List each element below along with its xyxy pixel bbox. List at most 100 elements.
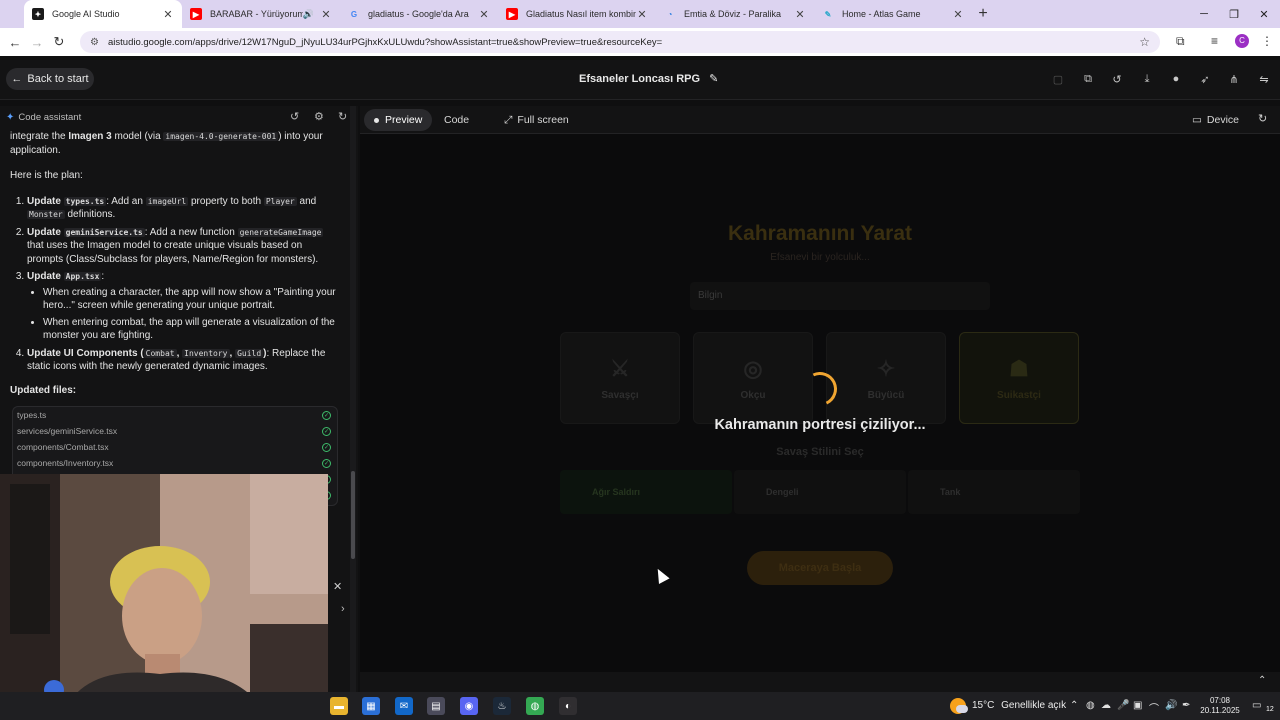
notifications-icon[interactable]: ▭ [1252,700,1261,711]
file-row[interactable]: components/Inventory.tsx ✓ [13,455,337,471]
system-clock[interactable]: 07:08 20.11.2025 [1200,696,1240,716]
menu-icon[interactable]: ⋮ [1261,34,1273,48]
scrollbar-thumb[interactable] [351,471,355,559]
history-icon[interactable]: ↺ [1110,73,1124,86]
window-close-icon[interactable]: ✕ [1248,0,1280,28]
file-name: services/geminiService.tsx [17,426,118,436]
assistant-message: integrate the Imagen 3 model (via imagen… [10,130,340,397]
step-code: App.tsx [63,272,102,281]
chevron-up-icon[interactable]: ⌃ [1258,675,1266,686]
class-label: Savaşçı [601,389,639,401]
github-icon[interactable]: ● [1169,73,1183,85]
scrollbar-track[interactable] [350,106,356,692]
compare-icon[interactable]: ⧉ [1081,73,1095,86]
wifi-icon[interactable]: ⌒ [1149,700,1159,715]
hood-icon: ☗ [1009,355,1029,381]
tab-preview[interactable]: Preview [364,109,433,131]
chevron-right-icon[interactable]: › [341,603,345,615]
fullscreen-button[interactable]: ⤢ Full screen [494,109,579,131]
download-icon[interactable]: ⤓ [1140,73,1154,86]
youtube-icon: ▶ [506,8,518,20]
share-icon[interactable]: ⋔ [1227,73,1241,86]
style-heavy-attack[interactable]: Ağır Saldırı [560,470,732,514]
file-row[interactable]: types.ts ✓ [13,407,337,423]
history-icon[interactable]: ↺ [290,110,299,123]
pen-icon[interactable]: ✒ [1182,700,1190,711]
file-row[interactable]: services/geminiService.tsx ✓ [13,423,337,439]
maximize-icon[interactable]: ❐ [1218,0,1250,28]
tab-google-ai-studio[interactable]: ✦ Google AI Studio ✕ [24,0,182,28]
volume-icon[interactable]: 🔊 [1165,700,1177,711]
style-balanced[interactable]: Dengeli [734,470,906,514]
edit-pencil-icon[interactable]: ✎ [709,73,718,85]
class-card-archer[interactable]: ◎ Okçu [693,332,813,424]
media-icon[interactable]: ≡ [1211,34,1218,48]
app-header: ← Back to start Efsaneler Loncası RPG ✎ … [0,60,1280,100]
speaker-icon[interactable]: 🔊 [303,9,314,20]
chevron-up-icon[interactable]: ⌃ [1070,700,1078,711]
step-text: : Add a new function [144,226,238,238]
hero-name-input[interactable]: Bilgin [690,282,990,310]
back-to-start-button[interactable]: ← Back to start [6,68,94,90]
paralika-icon: ◔ [667,9,673,19]
extensions-icon[interactable]: ⧉ [1176,34,1185,49]
refresh-icon[interactable]: ↻ [338,110,347,123]
tray-app-icon[interactable]: ▣ [1133,700,1142,711]
cloud-icon[interactable]: ☁ [1101,700,1111,711]
tab-label: Preview [385,114,423,126]
url-field[interactable]: ⚙ aistudio.google.com/apps/drive/12W17Ng… [80,31,1160,53]
file-explorer-icon[interactable]: ▬ [330,697,348,715]
chrome-icon[interactable]: ◍ [526,697,544,715]
tab-code[interactable]: Code [434,109,479,131]
outlook-icon[interactable]: ✉ [395,697,413,715]
close-icon[interactable]: ✕ [478,8,490,21]
close-icon[interactable]: ✕ [333,580,342,593]
sparkle-icon: ✦ [6,112,15,123]
back-arrow-icon[interactable]: ← [4,35,26,50]
style-tank[interactable]: Tank [908,470,1080,514]
tab-barabar[interactable]: ▶ BARABAR - Yürüyorum Dik... 🔊 ✕ [182,0,340,28]
save-icon[interactable]: ▢ [1051,73,1065,86]
new-tab-icon[interactable]: + [972,5,994,23]
close-icon[interactable]: ✕ [162,8,174,21]
start-adventure-button[interactable]: Maceraya Başla [747,551,893,585]
obs-icon[interactable]: ◐ [559,697,577,715]
class-card-warrior[interactable]: ⚔ Savaşçı [560,332,680,424]
close-icon[interactable]: ✕ [794,8,806,21]
store-icon[interactable]: ▦ [362,697,380,715]
tab-gladiatus-video[interactable]: ▶ Gladiatus Nasıl item kombini ya... ✕ [498,0,656,28]
close-icon[interactable]: ✕ [952,8,964,21]
close-icon[interactable]: ✕ [320,8,332,21]
tab-paralika[interactable]: ◔ Emtia & Döviz - Paralika ✕ [656,0,814,28]
tab-gladiatus-search[interactable]: G gladiatus - Google'da Ara ✕ [340,0,498,28]
class-label: Büyücü [867,389,905,401]
ai-studio-favicon-icon: ✦ [32,8,44,20]
minimize-icon[interactable]: ─ [1188,0,1220,28]
forward-arrow-icon[interactable]: → [26,35,48,50]
class-card-mage[interactable]: ✧ Büyücü [826,332,946,424]
reload-icon[interactable]: ↻ [48,34,70,50]
close-icon[interactable]: ✕ [636,8,648,21]
bookmark-star-icon[interactable]: ☆ [1139,35,1150,49]
step-text: and [296,195,317,207]
file-name: types.ts [17,410,47,420]
tray-app-icon[interactable]: ◍ [1086,700,1095,711]
device-button[interactable]: ▭ Device [1182,109,1249,131]
profile-avatar[interactable]: C [1235,34,1249,48]
site-info-icon[interactable]: ⚙ [90,37,102,48]
discord-icon[interactable]: ◉ [460,697,478,715]
file-row[interactable]: components/Combat.tsx ✓ [13,439,337,455]
google-icon: G [350,9,358,19]
settings-gear-icon[interactable]: ⚙ [314,110,324,123]
refresh-preview-icon[interactable]: ↻ [1258,112,1267,125]
collapse-panel-icon[interactable]: ⇋ [1257,73,1271,86]
app-icon[interactable]: ▤ [427,697,445,715]
steam-icon[interactable]: ♨ [493,697,511,715]
ghost-page-title: Kahramanını Yarat [727,222,913,245]
class-card-assassin[interactable]: ☗ Suikastçi [959,332,1079,424]
ghost-subtitle: Efsanevi bir yolculuk... [770,252,870,263]
tab-atlas-game[interactable]: ✎ Home - Atlas Game ✕ [814,0,972,28]
weather-widget[interactable]: 15°C Genellikle açık [972,700,1066,711]
deploy-rocket-icon[interactable]: ➶ [1198,73,1212,86]
microphone-icon[interactable]: 🎤 [1117,700,1129,711]
